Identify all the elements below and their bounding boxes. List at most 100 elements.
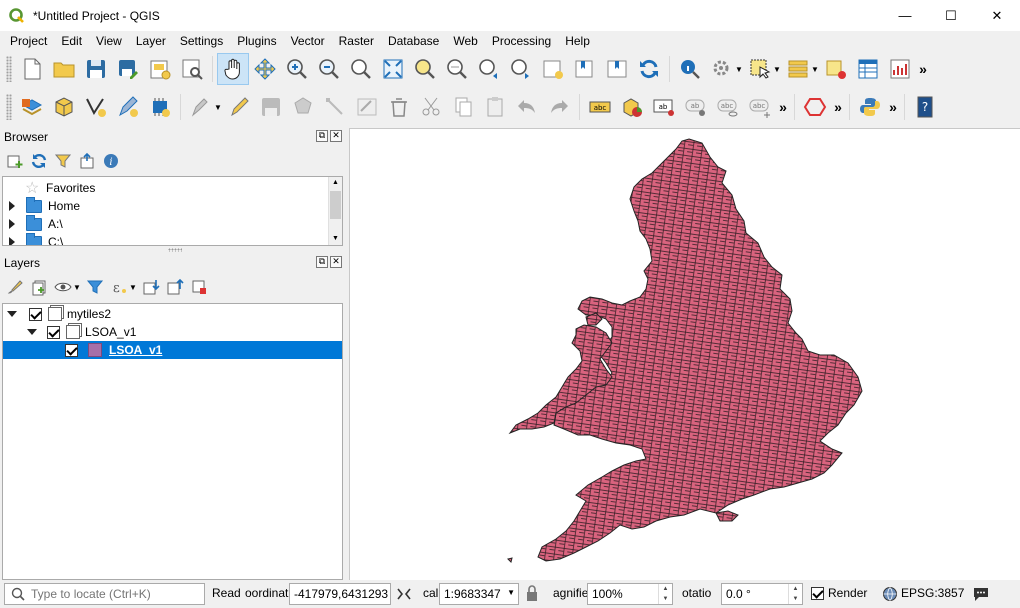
magnifier-spinner[interactable]: ▲ ▼	[658, 584, 672, 604]
show-hide-labels-button[interactable]: abc	[712, 91, 744, 123]
layout-manager-button[interactable]	[176, 53, 208, 85]
collapse-arrow-icon[interactable]	[27, 329, 37, 335]
close-button[interactable]: ✕	[974, 0, 1020, 31]
help-button[interactable]: ?	[909, 91, 941, 123]
filter-by-expression-button[interactable]: ε	[108, 276, 130, 298]
refresh-button[interactable]	[633, 53, 665, 85]
menu-processing[interactable]: Processing	[485, 31, 558, 51]
save-project-button[interactable]	[80, 53, 112, 85]
zoom-to-selection-button[interactable]	[409, 53, 441, 85]
toggle-extents-icon[interactable]	[396, 586, 412, 602]
browser-item-a-drive[interactable]: A:\	[9, 214, 63, 233]
minimize-button[interactable]: —	[882, 0, 928, 31]
scilly-polygon[interactable]	[507, 557, 513, 563]
expand-arrow-icon[interactable]	[9, 219, 15, 229]
digitize-button[interactable]	[80, 91, 112, 123]
pan-to-selection-button[interactable]	[249, 53, 281, 85]
locator-input[interactable]	[31, 587, 191, 601]
toolbar-overflow-button[interactable]: »	[886, 91, 900, 123]
select-all-button[interactable]	[782, 53, 814, 85]
run-feature-action-button[interactable]	[706, 53, 738, 85]
zoom-last-button[interactable]	[473, 53, 505, 85]
toolbar-grip[interactable]	[6, 94, 12, 120]
pin-labels-button[interactable]: ab	[680, 91, 712, 123]
show-bookmarks-button[interactable]	[601, 53, 633, 85]
vertex-tool-button[interactable]	[319, 91, 351, 123]
save-edits-button[interactable]	[255, 91, 287, 123]
select-features-button[interactable]	[744, 53, 776, 85]
layer-styling-button[interactable]	[4, 276, 26, 298]
menu-database[interactable]: Database	[381, 31, 446, 51]
new-print-layout-button[interactable]	[144, 53, 176, 85]
layer-group-lsoa[interactable]: LSOA_v1	[27, 323, 136, 341]
crs-button[interactable]: EPSG:3857	[901, 586, 964, 600]
attribute-table-button[interactable]	[852, 53, 884, 85]
layer-group-mytiles2[interactable]: mytiles2	[7, 305, 111, 323]
identify-features-button[interactable]	[674, 53, 706, 85]
layer-diagram-button[interactable]	[616, 91, 648, 123]
scroll-up-arrow[interactable]: ▲	[329, 177, 342, 189]
open-project-button[interactable]	[48, 53, 80, 85]
copy-features-button[interactable]	[447, 91, 479, 123]
browser-scrollbar[interactable]: ▲ ▼	[328, 177, 342, 245]
zoom-to-layer-button[interactable]	[441, 53, 473, 85]
browser-item-favorites[interactable]: ☆ Favorites	[25, 179, 95, 197]
render-checkbox[interactable]	[811, 587, 824, 600]
menu-layer[interactable]: Layer	[129, 31, 173, 51]
new-temporary-layer-button[interactable]	[112, 91, 144, 123]
toolbar-grip[interactable]	[6, 56, 12, 82]
refresh-browser-button[interactable]	[28, 150, 50, 172]
filter-legend-button[interactable]	[84, 276, 106, 298]
browser-item-home[interactable]: Home	[9, 196, 80, 215]
visibility-checkbox[interactable]	[29, 307, 42, 321]
map-render[interactable]	[350, 129, 1020, 580]
deselect-button[interactable]	[820, 53, 852, 85]
redo-button[interactable]	[543, 91, 575, 123]
panel-splitter[interactable]	[168, 248, 182, 252]
toolbar-overflow-button[interactable]: »	[916, 53, 930, 85]
expand-arrow-icon[interactable]	[9, 201, 15, 211]
undo-button[interactable]	[511, 91, 543, 123]
rotation-spinner[interactable]: ▲ ▼	[788, 584, 802, 604]
layer-labeling-button[interactable]: abc	[584, 91, 616, 123]
menu-project[interactable]: Project	[3, 31, 54, 51]
menu-view[interactable]: View	[89, 31, 129, 51]
menu-plugins[interactable]: Plugins	[230, 31, 283, 51]
collapse-arrow-icon[interactable]	[7, 311, 17, 317]
filter-browser-button[interactable]	[52, 150, 74, 172]
map-canvas[interactable]	[349, 128, 1020, 580]
pan-map-button[interactable]	[217, 53, 249, 85]
zoom-native-button[interactable]	[345, 53, 377, 85]
menu-help[interactable]: Help	[558, 31, 597, 51]
current-edits-button[interactable]	[185, 91, 217, 123]
visibility-checkbox[interactable]	[65, 343, 78, 357]
toolbar-overflow-button[interactable]: »	[776, 91, 790, 123]
add-group-button[interactable]	[28, 276, 50, 298]
expand-all-button[interactable]	[140, 276, 162, 298]
new-geopackage-button[interactable]	[48, 91, 80, 123]
toggle-editing-button[interactable]	[223, 91, 255, 123]
new-map-view-button[interactable]	[537, 53, 569, 85]
zoom-out-button[interactable]	[313, 53, 345, 85]
browser-item-c-drive[interactable]: C:\	[9, 232, 63, 245]
menu-settings[interactable]: Settings	[173, 31, 230, 51]
maximize-button[interactable]: ☐	[928, 0, 974, 31]
delete-selected-button[interactable]	[383, 91, 415, 123]
scroll-thumb[interactable]	[330, 191, 341, 219]
paste-features-button[interactable]	[479, 91, 511, 123]
new-virtual-layer-button[interactable]	[144, 91, 176, 123]
rotation-field[interactable]: 0.0 ° ▲ ▼	[721, 583, 803, 605]
new-project-button[interactable]	[16, 53, 48, 85]
menu-vector[interactable]: Vector	[284, 31, 332, 51]
manage-map-themes-button[interactable]	[52, 276, 74, 298]
python-console-button[interactable]	[854, 91, 886, 123]
menu-raster[interactable]: Raster	[332, 31, 381, 51]
scroll-down-arrow[interactable]: ▼	[329, 233, 342, 245]
isle-of-wight-polygon[interactable]	[715, 510, 739, 522]
add-selected-layers-button[interactable]	[4, 150, 26, 172]
shape-digitizing-button[interactable]	[799, 91, 831, 123]
modify-attributes-button[interactable]	[351, 91, 383, 123]
layer-lsoa-v1[interactable]: LSOA_v1	[3, 341, 342, 359]
new-bookmark-button[interactable]	[569, 53, 601, 85]
collapse-all-button[interactable]	[76, 150, 98, 172]
